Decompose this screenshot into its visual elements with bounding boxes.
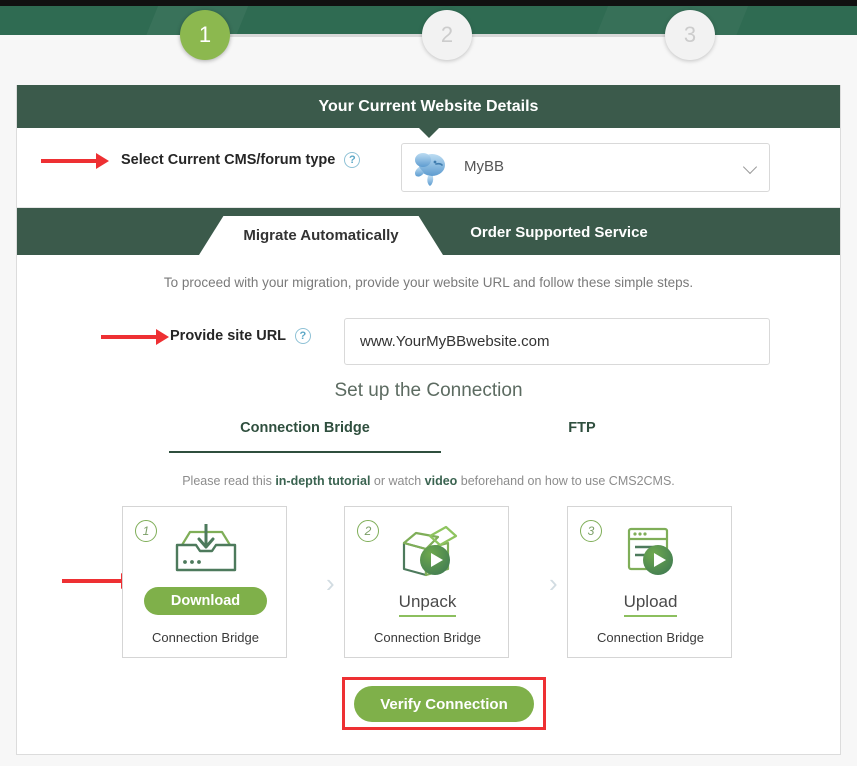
migration-tabs: Migrate Automatically Order Supported Se…: [17, 208, 840, 255]
step-separator-chevron-2: ›: [549, 568, 558, 598]
download-tray-icon: [123, 523, 288, 586]
subtab-connection-bridge[interactable]: Connection Bridge: [169, 420, 441, 453]
step-card-download[interactable]: 1 Download Connection Bridge: [122, 506, 287, 658]
verify-connection-button[interactable]: Verify Connection: [354, 686, 534, 722]
step-card-2-caption: Connection Bridge: [374, 630, 481, 645]
browser-window-play-icon: [568, 523, 733, 586]
stepper-step-3-label: 3: [683, 22, 697, 47]
annotation-arrow-steps: [62, 573, 134, 589]
tutorial-part1: Please read this: [182, 474, 276, 488]
tutorial-link-video[interactable]: video: [425, 474, 458, 488]
help-icon-url[interactable]: ?: [294, 328, 311, 344]
download-button[interactable]: Download: [144, 587, 267, 615]
connection-subtabs: Connection Bridge FTP: [17, 420, 840, 464]
unpack-link[interactable]: Unpack: [345, 592, 510, 617]
step-card-1-caption: Connection Bridge: [152, 630, 259, 645]
site-url-label-group: Provide site URL ?: [170, 328, 311, 344]
site-url-input[interactable]: [344, 318, 770, 365]
tab-order-supported-service-label: Order Supported Service: [470, 224, 648, 241]
stepper-step-2[interactable]: 2: [422, 10, 472, 60]
mybb-logo-icon: [415, 153, 445, 186]
progress-stepper: 1 2 3: [0, 0, 857, 70]
subtab-connection-bridge-label: Connection Bridge: [240, 420, 370, 436]
cms-selected-value: MyBB: [464, 158, 505, 175]
tutorial-part3: beforehand on how to use CMS2CMS.: [457, 474, 675, 488]
step-card-upload[interactable]: 3 Upload Connection Bridge: [567, 506, 732, 658]
tutorial-link-in-depth[interactable]: in-depth tutorial: [275, 474, 370, 488]
cms-select[interactable]: MyBB: [401, 143, 770, 192]
subtab-ftp[interactable]: FTP: [497, 420, 667, 436]
step-card-3-caption: Connection Bridge: [597, 630, 704, 645]
tab-migrate-automatically-label: Migrate Automatically: [243, 227, 399, 244]
upload-link[interactable]: Upload: [568, 592, 733, 617]
upload-link-label: Upload: [623, 592, 678, 617]
unpack-link-label: Unpack: [398, 592, 457, 617]
cms-label: Select Current CMS/forum type: [121, 152, 336, 168]
setup-connection-title: Set up the Connection: [334, 380, 523, 401]
cms-label-group: Select Current CMS/forum type ?: [121, 152, 361, 168]
migrate-pane: To proceed with your migration, provide …: [17, 255, 840, 742]
open-box-play-icon: [345, 523, 510, 586]
stepper-step-1[interactable]: 1: [180, 10, 230, 60]
annotation-arrow-cms: [41, 153, 109, 169]
tutorial-part2: or watch: [370, 474, 425, 488]
website-details-card: Your Current Website Details Select Curr…: [16, 85, 841, 755]
step-separator-chevron-1: ›: [326, 568, 335, 598]
tab-migrate-automatically[interactable]: Migrate Automatically: [199, 208, 443, 255]
cms-select-row: Select Current CMS/forum type ? MyBB: [17, 128, 840, 208]
chevron-down-icon[interactable]: [742, 159, 758, 175]
card-header: Your Current Website Details: [17, 85, 840, 138]
stepper-step-1-label: 1: [198, 22, 212, 47]
tab-order-supported-service[interactable]: Order Supported Service: [453, 208, 665, 255]
step-card-unpack[interactable]: 2 Unpack Connection Bridge: [344, 506, 509, 658]
site-url-label: Provide site URL: [170, 328, 286, 344]
card-header-title: Your Current Website Details: [318, 98, 539, 115]
annotation-arrow-url: [101, 329, 169, 345]
subtab-ftp-label: FTP: [568, 420, 596, 436]
help-icon-cms[interactable]: ?: [344, 152, 361, 168]
tutorial-note: Please read this in-depth tutorial or wa…: [17, 474, 840, 488]
site-url-row: Provide site URL ?: [17, 304, 840, 376]
verify-section: Verify Connection: [17, 672, 840, 742]
connection-bridge-steps: 1 Download Connection Bridge › 2 Unpack …: [17, 506, 840, 658]
stepper-step-3[interactable]: 3: [665, 10, 715, 60]
stepper-step-2-label: 2: [440, 22, 454, 47]
